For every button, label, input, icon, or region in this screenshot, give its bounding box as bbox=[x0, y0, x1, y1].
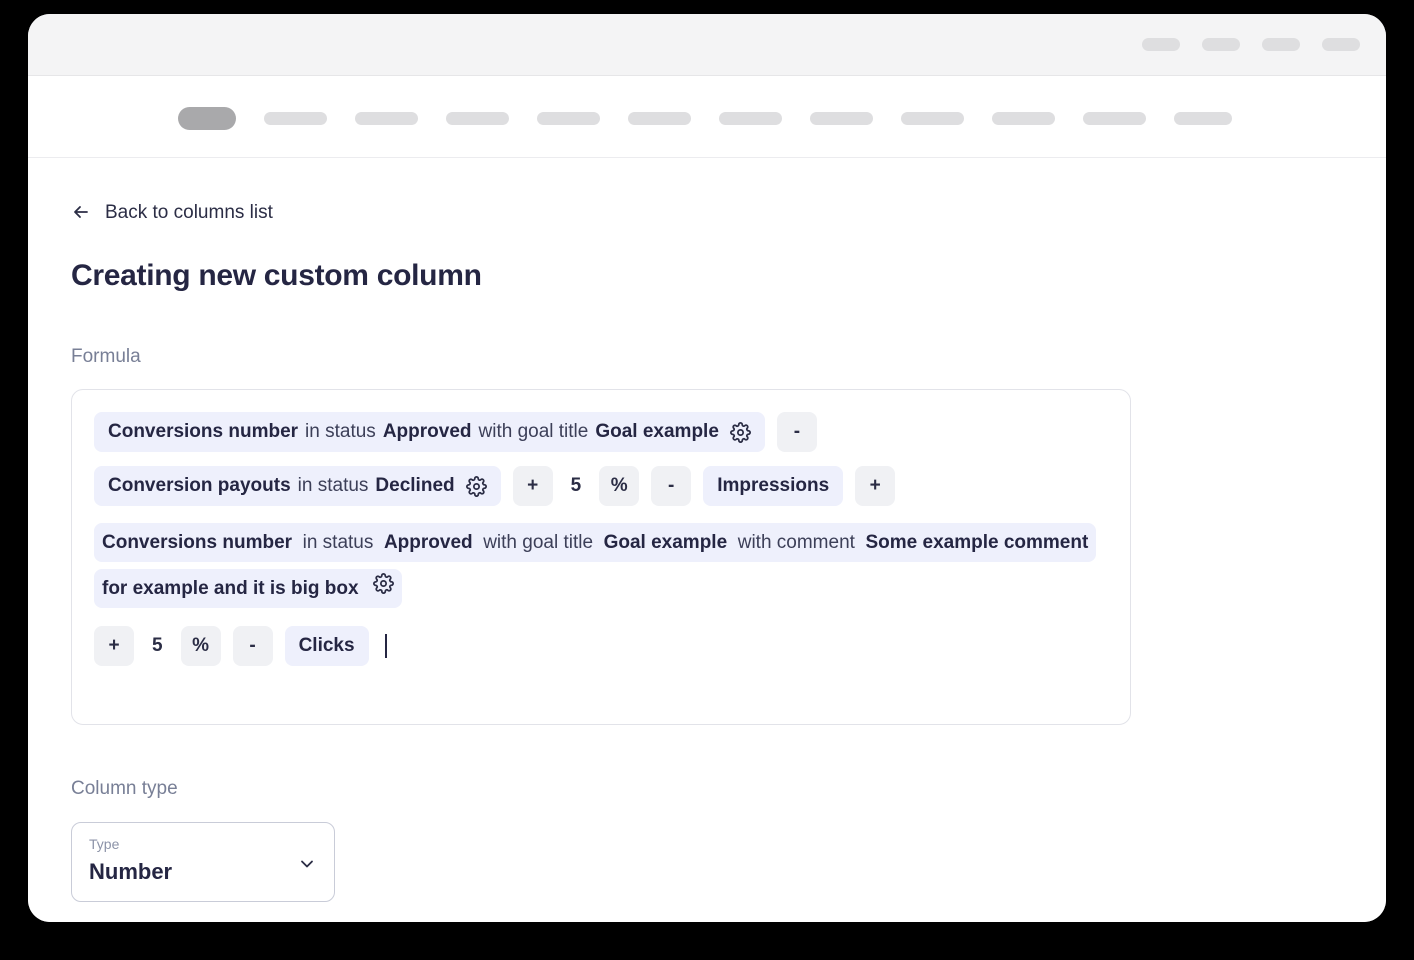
titlebar-pill bbox=[1322, 38, 1360, 51]
token-connector: with goal title bbox=[479, 421, 589, 443]
navbar-pill[interactable] bbox=[1174, 112, 1232, 125]
token-value: Declined bbox=[375, 475, 454, 497]
chevron-down-icon[interactable] bbox=[298, 855, 316, 873]
text-cursor bbox=[385, 634, 387, 658]
token-value: Approved bbox=[384, 532, 473, 553]
formula-row: Conversions number in status Approved wi… bbox=[94, 520, 1094, 612]
titlebar-pill bbox=[1262, 38, 1300, 51]
titlebar-pill bbox=[1142, 38, 1180, 51]
token-connector: in status bbox=[303, 532, 374, 553]
browser-window-mock: Back to columns list Creating new custom… bbox=[28, 14, 1386, 922]
navbar-placeholder-pills bbox=[178, 107, 1260, 130]
token-value: Goal example bbox=[595, 421, 719, 443]
token-value: Clicks bbox=[299, 635, 355, 657]
operator-token[interactable]: % bbox=[599, 466, 639, 506]
column-type-select-label: Type bbox=[89, 836, 119, 852]
operator-token[interactable]: + bbox=[855, 466, 895, 506]
formula-editor[interactable]: Conversions number in status Approved with … bbox=[71, 389, 1131, 725]
column-type-select-value: Number bbox=[89, 859, 172, 885]
operator-token[interactable]: + bbox=[94, 626, 134, 666]
back-link-label: Back to columns list bbox=[105, 203, 273, 222]
screenshot-root: Back to columns list Creating new custom… bbox=[0, 0, 1414, 960]
formula-field-token[interactable]: Impressions bbox=[703, 466, 843, 506]
navbar-pill[interactable] bbox=[901, 112, 964, 125]
navbar-pill[interactable] bbox=[355, 112, 418, 125]
browser-titlebar bbox=[28, 14, 1386, 76]
operator-token[interactable]: % bbox=[181, 626, 221, 666]
token-connector: with comment bbox=[738, 532, 855, 553]
back-to-columns-list-link[interactable]: Back to columns list bbox=[71, 202, 273, 222]
token-connector: in status bbox=[298, 475, 369, 497]
formula-section-label: Formula bbox=[71, 346, 1386, 368]
formula-field-token[interactable]: Conversions number in status Approved with … bbox=[94, 412, 765, 452]
page-title: Creating new custom column bbox=[71, 259, 1386, 293]
token-connector: in status bbox=[305, 421, 376, 443]
token-value: Impressions bbox=[717, 475, 829, 497]
token-value: Approved bbox=[383, 421, 472, 443]
app-navbar bbox=[28, 76, 1386, 158]
operator-token[interactable]: - bbox=[233, 626, 273, 666]
navbar-pill[interactable] bbox=[537, 112, 600, 125]
navbar-pill[interactable] bbox=[992, 112, 1055, 125]
column-type-section-label: Column type bbox=[71, 778, 1386, 800]
arrow-left-icon bbox=[71, 202, 91, 222]
formula-field-token[interactable]: Conversions number in status Approved wi… bbox=[94, 520, 1094, 612]
operator-token[interactable]: - bbox=[777, 412, 817, 452]
navbar-pill[interactable] bbox=[1083, 112, 1146, 125]
titlebar-placeholder-pills bbox=[1142, 38, 1360, 51]
column-type-select[interactable]: Type Number bbox=[71, 822, 335, 902]
gear-icon[interactable] bbox=[373, 573, 394, 594]
titlebar-pill bbox=[1202, 38, 1240, 51]
token-connector: with goal title bbox=[483, 532, 593, 553]
token-value: Conversions number bbox=[108, 421, 298, 443]
navbar-pill[interactable] bbox=[628, 112, 691, 125]
token-value: Conversion payouts bbox=[108, 475, 291, 497]
formula-token-rows: Conversions number in status Approved with … bbox=[94, 412, 1108, 666]
number-token[interactable]: 5 bbox=[565, 466, 588, 506]
navbar-pill[interactable] bbox=[719, 112, 782, 125]
formula-field-token[interactable]: Conversion payouts in status Declined bbox=[94, 466, 501, 506]
formula-row: +5%- Clicks bbox=[94, 626, 387, 666]
navbar-pill-active[interactable] bbox=[178, 107, 236, 130]
operator-token[interactable]: - bbox=[651, 466, 691, 506]
number-token[interactable]: 5 bbox=[146, 626, 169, 666]
navbar-pill[interactable] bbox=[264, 112, 327, 125]
formula-row: Conversions number in status Approved with … bbox=[94, 412, 817, 452]
gear-icon[interactable] bbox=[730, 422, 751, 443]
token-value: Goal example bbox=[604, 532, 728, 553]
operator-token[interactable]: + bbox=[513, 466, 553, 506]
formula-field-token-body: Conversions number in status Approved wi… bbox=[94, 523, 1096, 608]
navbar-pill[interactable] bbox=[810, 112, 873, 125]
token-value: Conversions number bbox=[102, 532, 292, 553]
formula-row: Conversion payouts in status Declined +5%- I… bbox=[94, 466, 895, 506]
gear-icon[interactable] bbox=[466, 476, 487, 497]
formula-field-token[interactable]: Clicks bbox=[285, 626, 369, 666]
page-content: Back to columns list Creating new custom… bbox=[28, 158, 1386, 922]
navbar-pill[interactable] bbox=[446, 112, 509, 125]
